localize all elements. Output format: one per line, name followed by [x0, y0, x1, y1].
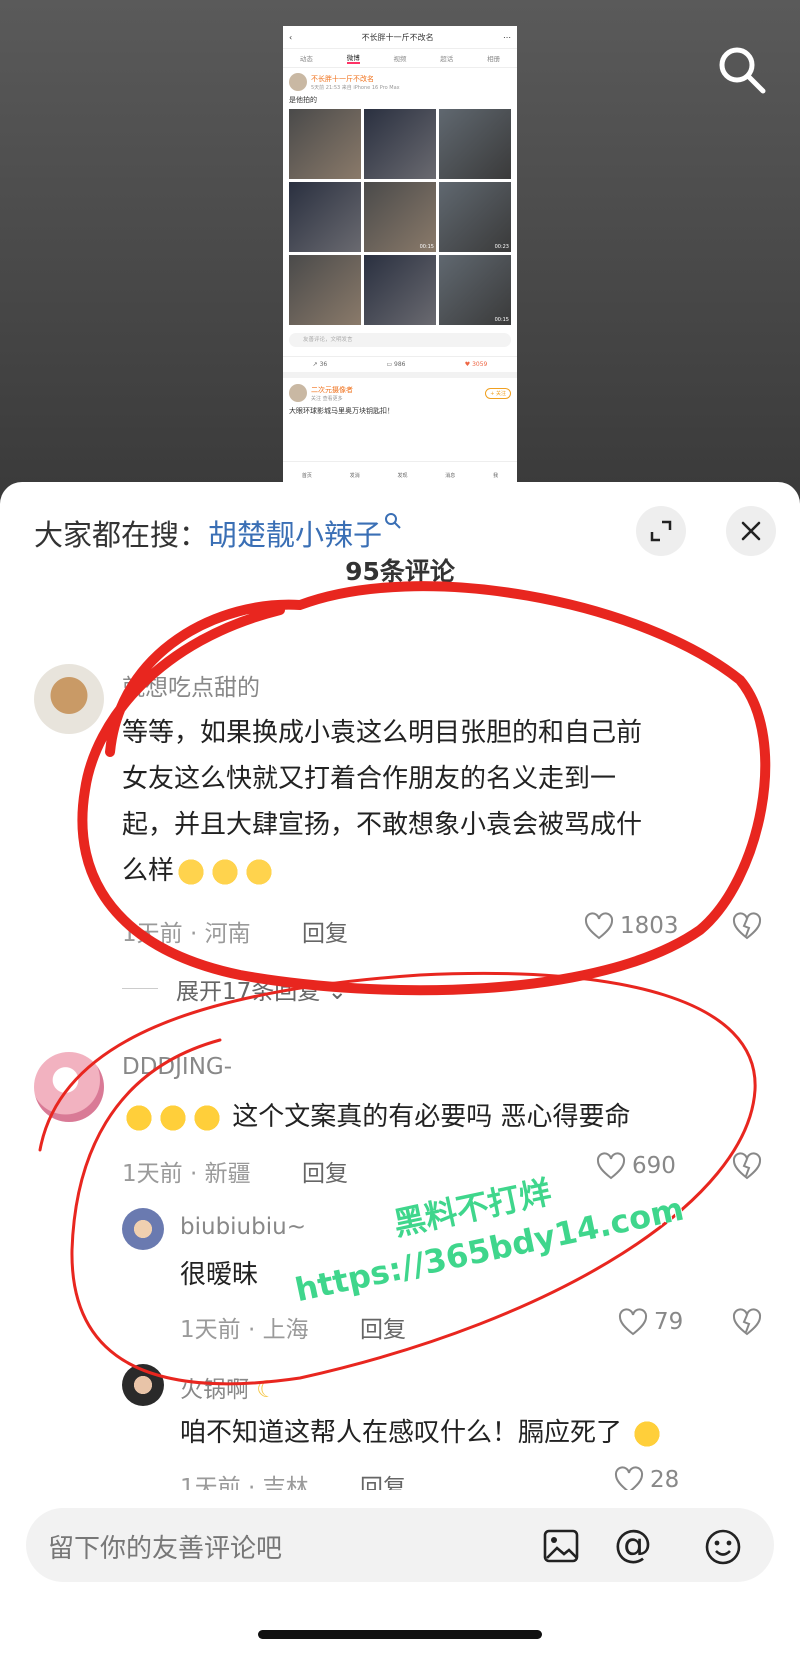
search-icon[interactable]	[716, 44, 768, 96]
expand-icon	[650, 520, 672, 542]
comment-meta: 1天前 · 河南	[122, 921, 251, 947]
avatar	[289, 73, 307, 91]
search-term-link[interactable]: 胡楚靓小辣子	[208, 518, 382, 552]
hug-emoji-icon	[174, 856, 209, 887]
moon-emoji-icon: ☾	[249, 1377, 277, 1403]
nav-item: 首页	[301, 472, 312, 479]
search-small-icon	[385, 513, 401, 529]
comment-username[interactable]: DDDJING-	[122, 1054, 232, 1080]
comment-count-thumb: ▭ 986	[386, 361, 406, 368]
avatar[interactable]	[122, 1208, 164, 1250]
nav-item: 发现	[397, 472, 408, 479]
thumb-post-meta: 5天前 21:53 来自 iPhone 16 Pro Max	[311, 84, 400, 91]
trending-search[interactable]: 大家都在搜：胡楚靓小辣子	[34, 512, 402, 554]
comment-text: 等等，如果换成小袁这么明目张胆的和自己前 女友这么快就又打着合作朋友的名义走到一…	[122, 718, 643, 887]
comment-text: 咱不知道这帮人在感叹什么！膈应死了	[180, 1410, 760, 1456]
more-icon: ⋯	[502, 32, 511, 42]
close-button[interactable]	[726, 506, 776, 556]
nav-item: 消息	[445, 472, 456, 479]
thumb-post2-caption: 大眼环球影城马里奥万块钥匙扣！	[289, 407, 394, 415]
reply-button[interactable]: 回复	[302, 1154, 348, 1188]
like-count: 1803	[620, 913, 679, 939]
comment-text: 很暧昧	[180, 1260, 259, 1290]
angry-emoji-icon	[630, 1418, 665, 1449]
repost-count: ↗ 36	[312, 361, 328, 368]
comment-input-placeholder: 留下你的友善评论吧	[48, 1534, 283, 1564]
photo	[439, 109, 511, 179]
crying-emoji-icon	[190, 1102, 224, 1133]
photo	[289, 109, 361, 179]
dislike-icon[interactable]	[732, 1308, 762, 1336]
comment-meta: 1天前 · 上海	[180, 1317, 309, 1343]
comment-text: 这个文案真的有必要吗 恶心得要命	[122, 1094, 762, 1140]
like-button[interactable]: 1803	[584, 912, 679, 940]
comment-meta: 1天前 · 新疆	[122, 1161, 251, 1187]
expand-button[interactable]	[636, 506, 686, 556]
photo: 00:15	[364, 182, 436, 252]
photo: 00:15	[439, 255, 511, 325]
thumb-post-user: 不长胖十一斤不改名	[311, 74, 374, 83]
avatar[interactable]	[122, 1364, 164, 1406]
thumb-tab: 动态	[299, 55, 313, 63]
photo-grid: 00:15 00:23 00:15	[289, 109, 511, 325]
avatar[interactable]	[34, 664, 104, 734]
reply-button[interactable]: 回复	[360, 1310, 406, 1344]
like-count: 79	[654, 1309, 684, 1335]
divider	[122, 988, 158, 989]
avatar[interactable]	[34, 1052, 104, 1122]
heart-icon	[584, 912, 614, 940]
expand-replies-button[interactable]: 展开17条回复 ⌄	[176, 972, 347, 1006]
home-indicator	[258, 1630, 542, 1639]
thumb-actions: ↗ 36 ▭ 986 ♥ 3059	[283, 356, 517, 372]
comment-count: 95条评论	[345, 557, 455, 586]
follow-button: + 关注	[485, 387, 511, 399]
thumb-title: 不长胖十一斤不改名	[361, 32, 434, 42]
photo	[289, 255, 361, 325]
thumb-post2-user: 二次元摄像者	[311, 385, 353, 394]
reply-button[interactable]: 回复	[302, 914, 348, 948]
dislike-icon[interactable]	[732, 912, 762, 940]
thumb-post: 不长胖十一斤不改名 5天前 21:53 来自 iPhone 16 Pro Max…	[283, 68, 517, 356]
hug-emoji-icon	[242, 856, 277, 887]
photo	[364, 255, 436, 325]
back-icon: ‹	[289, 32, 293, 42]
comment-username[interactable]: 就想吃点甜的	[122, 668, 260, 702]
mention-icon[interactable]: @	[614, 1522, 652, 1566]
thumb-tab: 微博	[346, 54, 360, 64]
search-hint-label: 大家都在搜：	[34, 518, 209, 552]
thumb-post2-meta: 关注 查看更多	[311, 395, 343, 402]
crying-emoji-icon	[156, 1102, 190, 1133]
hug-emoji-icon	[208, 856, 243, 887]
thumb-header: ‹ 不长胖十一斤不改名 ⋯	[283, 26, 517, 49]
thumb-post-caption: 是他拍的	[289, 96, 317, 104]
photo	[289, 182, 361, 252]
like-count-thumb: ♥ 3059	[464, 361, 488, 368]
crying-emoji-icon	[122, 1102, 156, 1133]
thumb-comment-box: 友善评论，文明发言	[289, 333, 511, 347]
photo	[364, 109, 436, 179]
thumb-tabs: 动态 微博 视频 超话 相册	[283, 49, 517, 68]
thumb-tab: 相册	[487, 55, 501, 63]
like-button[interactable]: 79	[618, 1308, 683, 1336]
thumb-post-2: 二次元摄像者 关注 查看更多 + 关注 大眼环球影城马里奥万块钥匙扣！	[283, 372, 517, 426]
image-icon[interactable]	[542, 1528, 580, 1564]
comment-username[interactable]: 火锅啊 ☾	[180, 1370, 277, 1404]
dislike-icon[interactable]	[732, 1152, 762, 1180]
close-icon	[741, 521, 761, 541]
heart-icon	[618, 1308, 648, 1336]
weibo-screenshot-thumbnail: ‹ 不长胖十一斤不改名 ⋯ 动态 微博 视频 超话 相册 不长胖十一斤不改名 5…	[283, 26, 517, 488]
photo: 00:23	[439, 182, 511, 252]
nav-item: 我	[493, 472, 499, 479]
thumb-tab: 视频	[393, 55, 407, 63]
emoji-icon[interactable]	[704, 1528, 742, 1566]
comment-input[interactable]: 留下你的友善评论吧 @	[26, 1508, 774, 1582]
thumb-tab: 超话	[440, 55, 454, 63]
nav-item: 发消	[349, 472, 360, 479]
avatar	[289, 384, 307, 402]
